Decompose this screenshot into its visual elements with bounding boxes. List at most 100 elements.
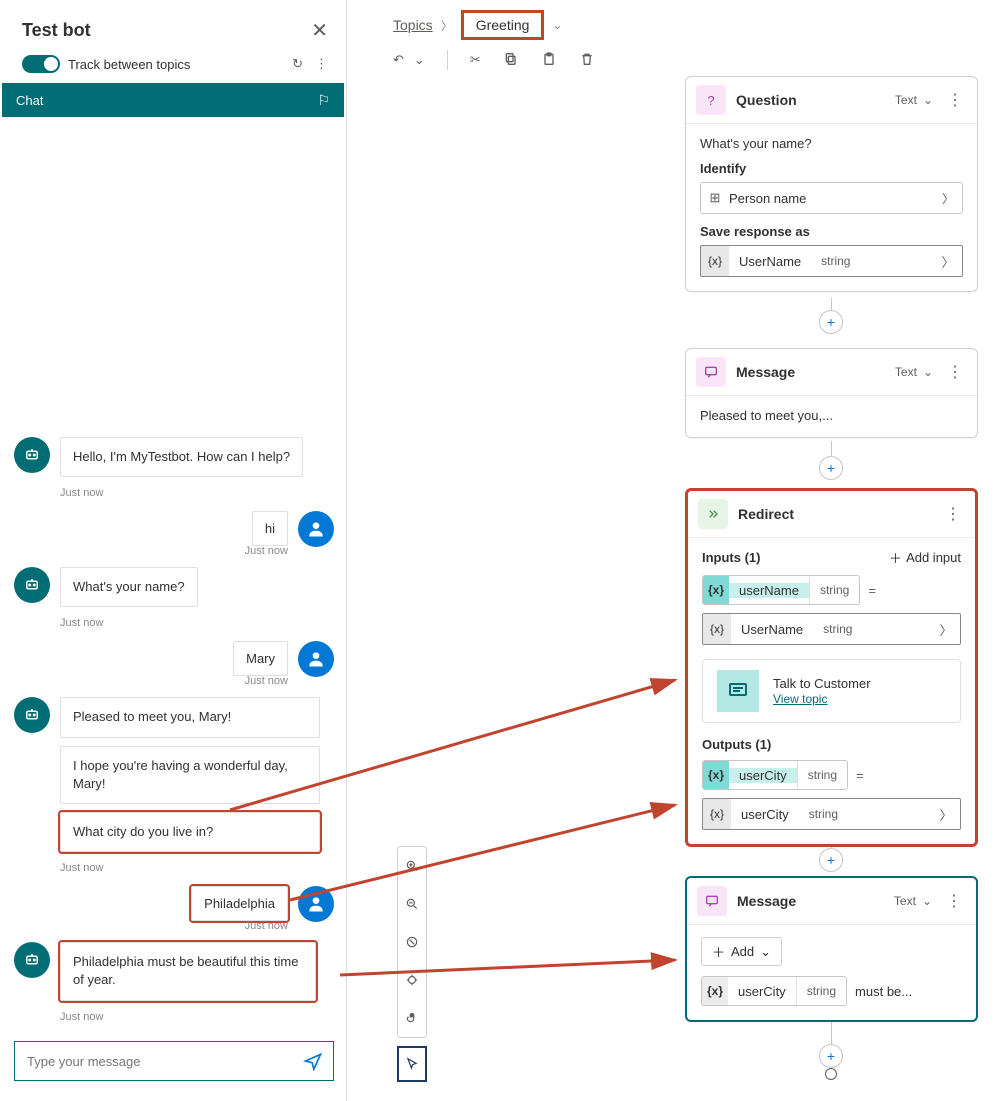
flag-icon[interactable]: ⚐ (317, 92, 330, 109)
add-button[interactable]: ＋Add⌄ (701, 937, 782, 966)
timestamp: Just now (60, 617, 198, 629)
chevron-right-icon: 〉 (932, 620, 960, 639)
user-avatar (298, 641, 334, 677)
redirect-node[interactable]: Redirect ⋮ Inputs (1) ＋Add input {x} use… (685, 488, 978, 847)
message-input-row (14, 1041, 334, 1081)
pan-icon[interactable] (398, 999, 426, 1037)
timestamp: Just now (14, 545, 288, 557)
entity-icon: ⊞ (701, 190, 729, 206)
add-node-button[interactable]: + (819, 310, 843, 334)
canvas-toolbar: ↶ ⌄ ✂ (347, 46, 1000, 80)
bot-avatar (14, 567, 50, 603)
breadcrumb-current[interactable]: Greeting (461, 10, 545, 40)
breadcrumb-root[interactable]: Topics (393, 17, 433, 33)
chevron-right-icon: 〉 (441, 17, 453, 34)
identify-field[interactable]: ⊞ Person name 〉 (700, 182, 963, 214)
bot-message: Philadelphia must be beautiful this time… (60, 942, 316, 1000)
inputs-label: Inputs (1) (702, 550, 761, 565)
message-text: Pleased to meet you,... (700, 408, 963, 423)
more-icon[interactable]: ⋮ (943, 90, 967, 110)
message-icon (696, 357, 726, 387)
zoom-reset-icon[interactable] (398, 923, 426, 961)
input-variable-value[interactable]: {x} UserName string 〉 (702, 613, 961, 645)
question-icon: ? (696, 85, 726, 115)
chevron-down-icon[interactable]: ⌄ (923, 93, 933, 107)
variable-icon: {x} (703, 799, 731, 829)
delete-icon[interactable] (579, 51, 595, 70)
message-input[interactable] (15, 1042, 293, 1080)
undo-dropdown-icon[interactable]: ⌄ (414, 52, 425, 68)
user-message: hi (252, 511, 288, 546)
node-title: Question (736, 92, 885, 108)
add-node-button[interactable]: + (819, 848, 843, 872)
variable-icon: {x} (701, 246, 729, 276)
node-title: Redirect (738, 506, 931, 522)
add-node-button[interactable]: + (819, 456, 843, 480)
paste-icon[interactable] (541, 51, 557, 70)
bot-message: What city do you live in? (60, 812, 320, 852)
end-node (825, 1068, 837, 1080)
canvas-zoom-tools (397, 846, 427, 1038)
test-bot-panel: Test bot ✕ Track between topics ↻ ⋮ Chat… (0, 0, 347, 1101)
more-icon[interactable]: ⋮ (943, 362, 967, 382)
zoom-out-icon[interactable] (398, 885, 426, 923)
more-icon[interactable]: ⋮ (941, 504, 965, 524)
more-icon[interactable]: ⋮ (942, 891, 966, 911)
add-input-button[interactable]: ＋Add input (889, 548, 961, 567)
variable-chip[interactable]: {x} userCity string (701, 976, 847, 1006)
variable-icon: {x} (703, 614, 731, 644)
message-node[interactable]: Message Text⌄ ⋮ Pleased to meet you,... (685, 348, 978, 438)
chevron-down-icon[interactable]: ⌄ (552, 18, 562, 32)
timestamp: Just now (14, 675, 288, 687)
cut-icon[interactable]: ✂ (470, 52, 481, 68)
timestamp: Just now (60, 862, 320, 874)
node-title: Message (736, 364, 885, 380)
user-avatar (298, 511, 334, 547)
output-variable-value[interactable]: {x} userCity string 〉 (702, 798, 961, 830)
send-button[interactable] (293, 1042, 333, 1080)
chat-tab[interactable]: Chat ⚐ (2, 83, 344, 117)
select-tool[interactable] (397, 1046, 427, 1082)
add-node-button[interactable]: + (819, 1044, 843, 1068)
zoom-in-icon[interactable] (398, 847, 426, 885)
close-icon[interactable]: ✕ (311, 18, 328, 43)
variable-icon: {x} (703, 576, 729, 604)
topic-icon (717, 670, 759, 712)
bot-message: I hope you're having a wonderful day, Ma… (60, 746, 320, 804)
question-prompt: What's your name? (700, 136, 963, 151)
variable-icon: {x} (703, 761, 729, 789)
chevron-right-icon: 〉 (934, 190, 962, 207)
undo-icon[interactable]: ↶ (393, 52, 404, 68)
message-tail: must be... (855, 984, 912, 999)
timestamp: Just now (60, 1011, 316, 1023)
bot-message: What's your name? (60, 567, 198, 607)
bot-message: Pleased to meet you, Mary! (60, 697, 320, 737)
track-label: Track between topics (68, 57, 190, 72)
chevron-down-icon[interactable]: ⌄ (923, 365, 933, 379)
refresh-icon[interactable]: ↻ (292, 56, 303, 72)
input-variable-chip[interactable]: {x} userName string (702, 575, 860, 605)
bot-avatar (14, 697, 50, 733)
save-label: Save response as (700, 224, 963, 239)
variable-field[interactable]: {x} UserName string 〉 (700, 245, 963, 277)
authoring-canvas-panel: Topics 〉 Greeting ⌄ ↶ ⌄ ✂ ? Question Tex… (347, 0, 1000, 1101)
message-node-selected[interactable]: Message Text⌄ ⋮ ＋Add⌄ {x} userCity strin… (685, 876, 978, 1022)
chevron-down-icon[interactable]: ⌄ (922, 894, 932, 908)
redirect-topic-box[interactable]: Talk to Customer View topic (702, 659, 961, 723)
panel-title: Test bot (22, 20, 91, 41)
chat-messages: Hello, I'm MyTestbot. How can I help? Ju… (0, 117, 346, 1033)
output-variable-chip[interactable]: {x} userCity string (702, 760, 848, 790)
bot-avatar (14, 437, 50, 473)
copy-icon[interactable] (503, 51, 519, 70)
outputs-label: Outputs (1) (702, 737, 961, 752)
user-message: Philadelphia (191, 886, 288, 921)
question-node[interactable]: ? Question Text⌄ ⋮ What's your name? Ide… (685, 76, 978, 292)
track-toggle[interactable] (22, 55, 60, 73)
more-icon[interactable]: ⋮ (315, 56, 328, 72)
redirect-icon (698, 499, 728, 529)
user-message: Mary (233, 641, 288, 676)
view-topic-link[interactable]: View topic (773, 692, 827, 706)
timestamp: Just now (60, 487, 303, 499)
locate-icon[interactable] (398, 961, 426, 999)
authoring-canvas[interactable]: ? Question Text⌄ ⋮ What's your name? Ide… (347, 76, 1000, 1101)
